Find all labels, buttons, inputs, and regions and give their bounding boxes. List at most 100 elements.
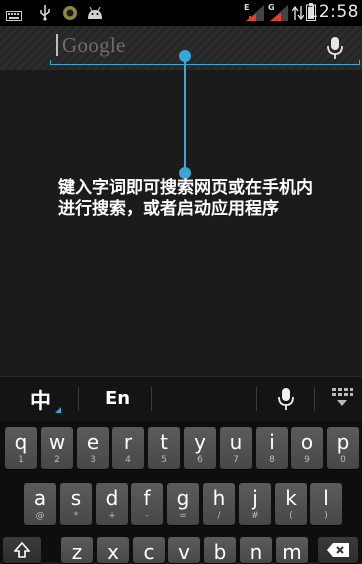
key-label: n — [249, 540, 263, 564]
key-label: x — [107, 540, 119, 564]
key-h[interactable]: h / — [203, 483, 235, 525]
underline-left-tick — [50, 60, 51, 65]
key-label: q — [14, 430, 28, 454]
underline-right-tick — [359, 60, 360, 65]
key-s[interactable]: s * — [60, 483, 92, 525]
search-bar[interactable]: Google — [0, 26, 362, 70]
key-secondary-label: 1 — [18, 455, 24, 465]
signal-icon — [246, 5, 264, 21]
key-label: g — [176, 486, 190, 510]
ime-candidate-bar: 中 En — [0, 376, 362, 421]
key-secondary-label: 4 — [125, 455, 131, 465]
key-r[interactable]: r4 — [112, 427, 144, 469]
english-mode-button[interactable]: En — [105, 388, 130, 409]
key-label: b — [213, 540, 227, 564]
key-secondary-label: 8 — [269, 455, 275, 465]
key-a[interactable]: a @ — [24, 483, 56, 525]
key-label: j — [252, 486, 258, 510]
key-secondary-label: 7 — [233, 455, 239, 465]
status-bar: E G 12:58 — [0, 0, 362, 26]
key-secondary-label: / — [217, 511, 221, 521]
key-secondary-label: ( — [289, 511, 293, 521]
key-u[interactable]: u7 — [220, 427, 252, 469]
key-label: o — [300, 430, 314, 454]
key-v[interactable]: v — [168, 537, 200, 564]
key-g[interactable]: g = — [167, 483, 199, 525]
key-secondary-label: 0 — [340, 455, 346, 465]
mic-icon[interactable] — [326, 36, 344, 60]
key-q[interactable]: q1 — [5, 427, 37, 469]
chinese-mode-indicator — [55, 407, 61, 413]
key-secondary-label: 9 — [304, 455, 310, 465]
key-z[interactable]: z — [61, 537, 93, 564]
key-i[interactable]: i8 — [256, 427, 288, 469]
text-cursor — [56, 34, 58, 56]
key-label: t — [160, 430, 168, 454]
key-label: m — [282, 540, 302, 564]
key-k[interactable]: k( — [275, 483, 307, 525]
key-f[interactable]: f- — [131, 483, 163, 525]
keyboard-icon — [6, 8, 22, 24]
separator — [256, 387, 257, 411]
key-label: w — [48, 430, 66, 454]
key-b[interactable]: b — [204, 537, 236, 564]
key-label: v — [178, 540, 190, 564]
key-label: l — [323, 486, 329, 510]
key-d[interactable]: d + — [96, 483, 128, 525]
key-label: p — [336, 430, 350, 454]
soft-keyboard: q 1 w 2 e 3 r 4 t 5 y 6 u 7 i 8 o 9 p 0 a @ s * d + f - g = h / j # k(l) z x… — [0, 421, 362, 564]
key-y[interactable]: y6 — [184, 427, 216, 469]
key-e[interactable]: e3 — [77, 427, 109, 469]
key-j[interactable]: j # — [239, 483, 271, 525]
tutorial-hint: 键入字词即可搜索网页或在手机内进行搜索，或者启动应用程序 — [58, 178, 313, 219]
separator — [78, 387, 79, 411]
key-label: y — [194, 430, 206, 454]
key-label: s — [70, 486, 82, 510]
notification-icon — [62, 5, 78, 21]
key-label: c — [143, 540, 155, 564]
key-label: e — [86, 430, 100, 454]
key-secondary-label: ) — [324, 511, 328, 521]
key-secondary-label: 6 — [197, 455, 203, 465]
key-secondary-label: 3 — [90, 455, 96, 465]
key-label: u — [229, 430, 243, 454]
key-secondary-label: - — [145, 511, 149, 521]
backspace-key[interactable] — [318, 537, 358, 563]
key-label: f — [143, 486, 151, 510]
key-label: k — [285, 486, 297, 510]
search-underline — [50, 64, 360, 65]
key-secondary-label: 5 — [161, 455, 167, 465]
mic-icon[interactable] — [278, 387, 294, 411]
shift-icon — [13, 541, 31, 562]
data-transfer-icon — [292, 5, 304, 21]
guide-line — [184, 56, 186, 172]
key-o[interactable]: o9 — [291, 427, 323, 469]
android-icon — [86, 5, 104, 21]
key-label: r — [123, 430, 133, 454]
backspace-icon — [326, 542, 350, 562]
key-label: z — [71, 540, 83, 564]
key-m[interactable]: m — [276, 537, 308, 564]
key-secondary-label: = — [179, 511, 187, 521]
keyboard-icon[interactable] — [331, 387, 353, 407]
shift-key[interactable] — [3, 537, 41, 563]
search-input[interactable]: Google — [62, 33, 126, 58]
separator — [314, 387, 315, 411]
chinese-mode-button[interactable]: 中 — [30, 385, 51, 415]
key-t[interactable]: t5 — [148, 427, 180, 469]
key-label: i — [269, 430, 275, 454]
key-p[interactable]: p0 — [327, 427, 359, 469]
key-label: d — [105, 486, 119, 510]
key-secondary-label: 2 — [54, 455, 60, 465]
key-label: a — [33, 486, 47, 510]
key-x[interactable]: x — [97, 537, 129, 564]
key-secondary-label: @ — [35, 511, 45, 521]
key-c[interactable]: c — [133, 537, 165, 564]
key-secondary-label: # — [251, 511, 259, 521]
key-secondary-label: + — [108, 511, 116, 521]
key-l[interactable]: l) — [310, 483, 342, 525]
key-n[interactable]: n — [240, 537, 272, 564]
signal-icon — [270, 5, 288, 21]
key-w[interactable]: w2 — [41, 427, 73, 469]
usb-icon — [38, 5, 52, 21]
